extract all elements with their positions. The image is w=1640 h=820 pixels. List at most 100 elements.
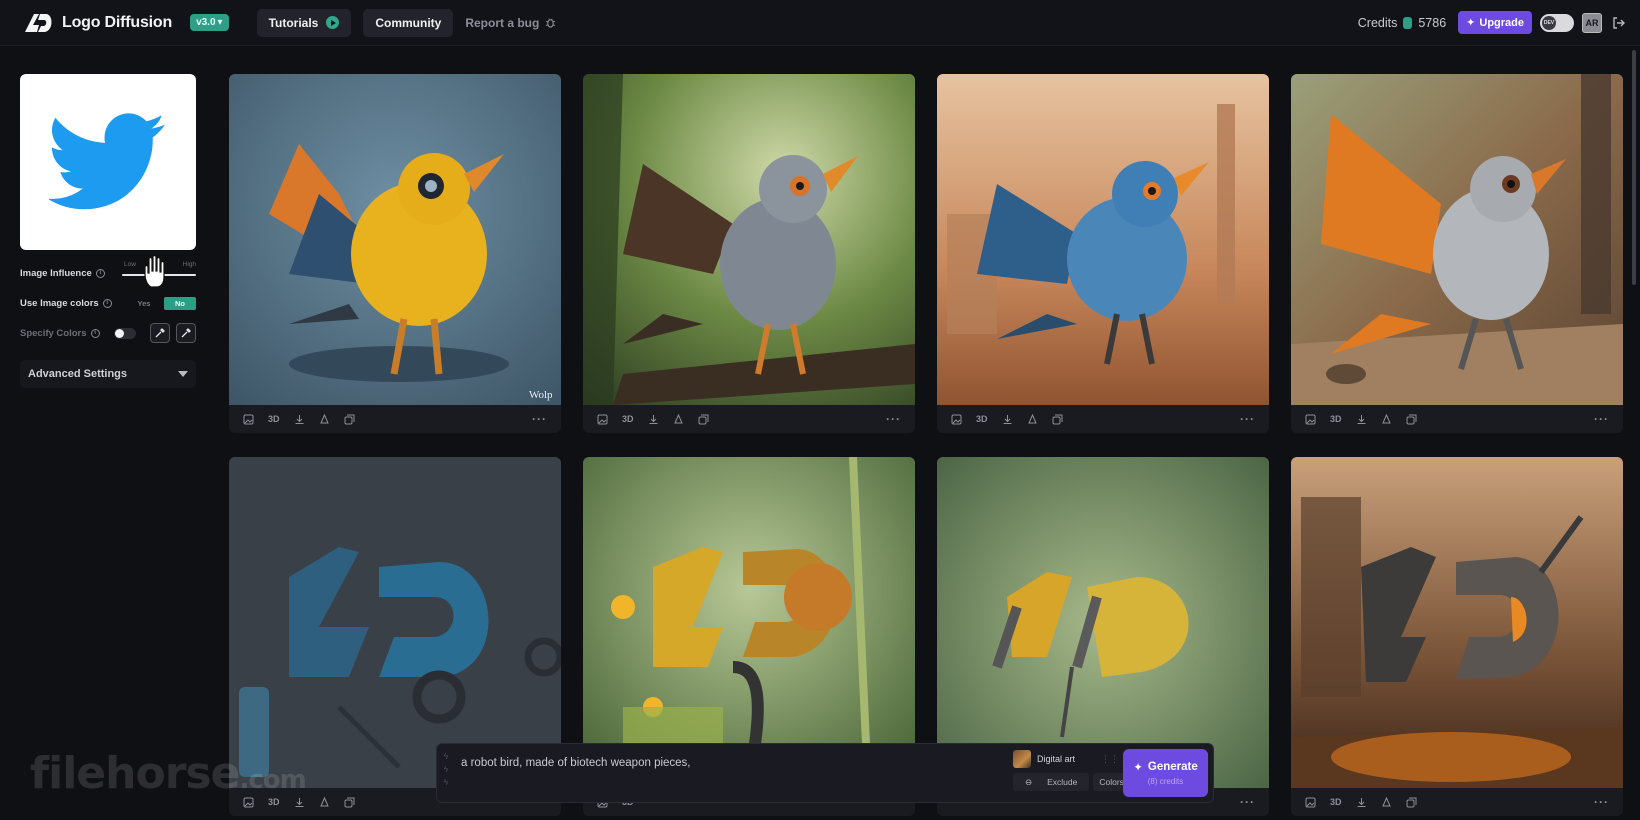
- info-icon[interactable]: i: [95, 268, 105, 278]
- generated-image[interactable]: [583, 74, 915, 405]
- style-selector[interactable]: Digital art ⋮⋮: [1013, 750, 1119, 768]
- variation-icon[interactable]: [1052, 414, 1063, 425]
- generate-label: Generate: [1147, 761, 1198, 773]
- vector-icon[interactable]: [673, 413, 684, 425]
- bolt-icon[interactable]: ϟ: [444, 778, 448, 787]
- account-area: Credits 5786 ✦ Upgrade DEV AR: [1358, 11, 1626, 34]
- app-logo[interactable]: Logo Diffusion v3.0 ▾: [22, 12, 229, 34]
- exclude-icon: ⊖: [1019, 773, 1039, 791]
- advanced-settings-label: Advanced Settings: [28, 368, 128, 380]
- credits-display: Credits 5786: [1358, 16, 1446, 30]
- use-image-colors-text: Use Image colors: [20, 297, 99, 309]
- community-button[interactable]: Community: [363, 8, 454, 37]
- generated-image[interactable]: [229, 457, 561, 788]
- generated-image[interactable]: Wolp: [229, 74, 561, 405]
- main-nav: Tutorials Community Report a bug: [256, 8, 557, 37]
- credits-label: Credits: [1357, 15, 1398, 30]
- image-icon[interactable]: [597, 414, 608, 425]
- upgrade-label: Upgrade: [1479, 16, 1524, 29]
- download-icon[interactable]: [294, 414, 305, 425]
- info-icon[interactable]: i: [102, 298, 112, 308]
- specify-colors-toggle[interactable]: [114, 327, 136, 339]
- slider-low-label: Low: [124, 261, 136, 268]
- bolt-icon[interactable]: ϟ: [444, 752, 448, 761]
- dev-mode-toggle[interactable]: DEV: [1540, 13, 1574, 32]
- generated-image[interactable]: [1291, 74, 1623, 405]
- specify-colors-controls: [114, 323, 196, 343]
- style-thumbnail: [1013, 750, 1031, 768]
- download-icon[interactable]: [648, 414, 659, 425]
- no-option[interactable]: No: [164, 296, 196, 310]
- prompt-input[interactable]: a robot bird, made of biotech weapon pie…: [461, 757, 1013, 769]
- card-actions: 3D ···: [1291, 405, 1623, 433]
- scrollbar[interactable]: [1632, 50, 1636, 285]
- generated-image[interactable]: [937, 457, 1269, 788]
- 3d-button[interactable]: 3D: [976, 414, 988, 424]
- generated-image[interactable]: [937, 74, 1269, 405]
- prompt-tools: ϟ ϟ ϟ: [437, 744, 455, 787]
- variation-icon[interactable]: [344, 414, 355, 425]
- vector-icon[interactable]: [319, 413, 330, 425]
- advanced-settings-toggle[interactable]: Advanced Settings: [20, 360, 196, 388]
- exclude-label: Exclude: [1041, 773, 1084, 791]
- 3d-button[interactable]: 3D: [622, 414, 634, 424]
- version-badge[interactable]: v3.0 ▾: [190, 14, 229, 31]
- logout-icon[interactable]: [1610, 15, 1626, 31]
- image-influence-label: Image Influence i: [20, 268, 105, 279]
- more-options-icon[interactable]: ···: [886, 412, 901, 426]
- yes-option[interactable]: Yes: [128, 297, 160, 310]
- vector-icon[interactable]: [319, 796, 330, 808]
- 3d-button[interactable]: 3D: [268, 414, 280, 424]
- hand-cursor-icon: [144, 255, 165, 288]
- eyedropper-icon[interactable]: [150, 323, 170, 343]
- report-bug-link[interactable]: Report a bug: [465, 16, 556, 30]
- gallery-card[interactable]: 3D ···: [937, 74, 1269, 433]
- vector-icon[interactable]: [1381, 796, 1392, 808]
- caret-down-icon: [178, 371, 188, 377]
- image-icon[interactable]: [243, 414, 254, 425]
- bolt-icon[interactable]: ϟ: [444, 765, 448, 774]
- drag-handle-icon[interactable]: ⋮⋮: [1101, 754, 1119, 765]
- variation-icon[interactable]: [1406, 797, 1417, 808]
- 3d-button[interactable]: 3D: [1330, 414, 1342, 424]
- filehorse-watermark: filehorse.com: [30, 748, 307, 799]
- more-options-icon[interactable]: ···: [1594, 795, 1609, 809]
- tutorials-label: Tutorials: [268, 15, 319, 30]
- more-options-icon[interactable]: ···: [532, 412, 547, 426]
- version-label: v3.0: [196, 17, 216, 28]
- download-icon[interactable]: [1002, 414, 1013, 425]
- app-name: Logo Diffusion: [62, 13, 173, 31]
- variation-icon[interactable]: [698, 414, 709, 425]
- generated-image[interactable]: [1291, 457, 1623, 788]
- gallery-card[interactable]: 3D ···: [583, 74, 915, 433]
- chevron-down-icon: ▾: [217, 17, 223, 28]
- exclude-button[interactable]: ⊖ Exclude: [1013, 773, 1090, 791]
- download-icon[interactable]: [1356, 797, 1367, 808]
- info-icon[interactable]: i: [90, 328, 100, 338]
- reference-image[interactable]: [20, 74, 196, 250]
- vector-icon[interactable]: [1381, 413, 1392, 425]
- image-icon[interactable]: [1305, 797, 1316, 808]
- image-icon[interactable]: [951, 414, 962, 425]
- play-icon: [326, 16, 340, 29]
- download-icon[interactable]: [1356, 414, 1367, 425]
- vector-icon[interactable]: [1027, 413, 1038, 425]
- generated-image[interactable]: [583, 457, 915, 788]
- card-actions: 3D ···: [583, 405, 915, 433]
- variation-icon[interactable]: [1406, 414, 1417, 425]
- avatar[interactable]: AR: [1582, 12, 1602, 33]
- gallery-card[interactable]: 3D ···: [1291, 457, 1623, 816]
- more-options-icon[interactable]: ···: [1240, 412, 1255, 426]
- eyedropper-icon[interactable]: [176, 323, 196, 343]
- generate-button[interactable]: ✦ Generate (8) credits: [1123, 749, 1208, 797]
- image-icon[interactable]: [1305, 414, 1316, 425]
- variation-icon[interactable]: [344, 797, 355, 808]
- more-options-icon[interactable]: ···: [1240, 795, 1255, 809]
- tutorials-button[interactable]: Tutorials: [256, 8, 352, 37]
- dev-mode-label: DEV: [1542, 15, 1556, 30]
- gallery-card[interactable]: Wolp 3D ···: [229, 74, 561, 433]
- gallery-card[interactable]: 3D ···: [1291, 74, 1623, 433]
- upgrade-button[interactable]: ✦ Upgrade: [1458, 11, 1532, 34]
- 3d-button[interactable]: 3D: [1330, 797, 1342, 807]
- more-options-icon[interactable]: ···: [1594, 412, 1609, 426]
